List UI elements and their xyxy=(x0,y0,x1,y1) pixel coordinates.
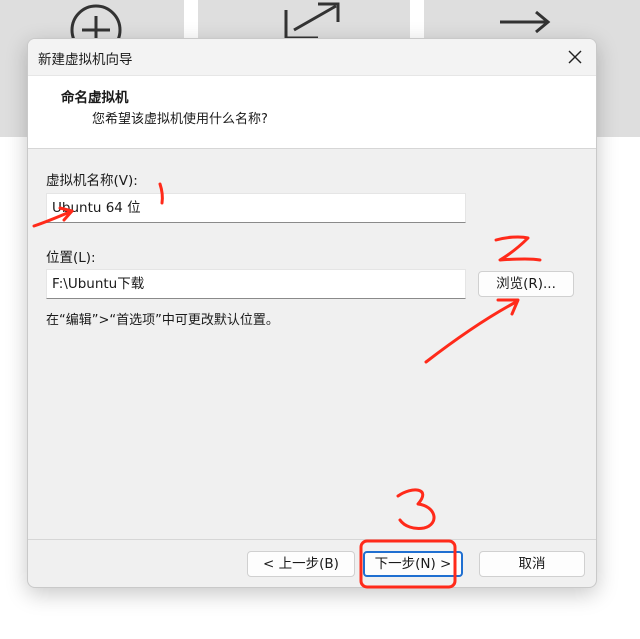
browse-button[interactable]: 浏览(R)... xyxy=(478,271,574,297)
page-subtitle: 您希望该虚拟机使用什么名称? xyxy=(92,112,268,127)
location-input[interactable]: F:\Ubuntu下载 xyxy=(46,269,466,299)
wizard-header: 命名虚拟机 您希望该虚拟机使用什么名称? xyxy=(28,76,596,149)
page-title: 命名虚拟机 xyxy=(61,90,129,106)
new-vm-wizard-dialog: 新建虚拟机向导 命名虚拟机 您希望该虚拟机使用什么名称? 虚拟机名称(V): U… xyxy=(27,38,597,588)
location-hint: 在“编辑”>“首选项”中可更改默认位置。 xyxy=(46,313,279,328)
back-button[interactable]: < 上一步(B) xyxy=(247,551,355,577)
close-button[interactable] xyxy=(554,39,596,75)
title-bar[interactable]: 新建虚拟机向导 xyxy=(28,39,596,76)
footer-divider xyxy=(28,539,596,540)
location-label: 位置(L): xyxy=(46,250,96,266)
dialog-title: 新建虚拟机向导 xyxy=(38,52,133,68)
cancel-button[interactable]: 取消 xyxy=(479,551,585,577)
vm-name-input[interactable]: Ubuntu 64 位 xyxy=(46,193,466,223)
close-icon xyxy=(568,50,582,64)
vm-name-label: 虚拟机名称(V): xyxy=(46,173,138,189)
next-button[interactable]: 下一步(N) > xyxy=(363,551,463,577)
